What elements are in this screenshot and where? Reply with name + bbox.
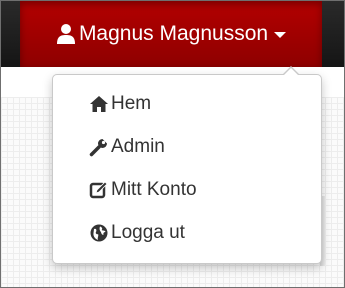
menu-item-label: Admin [111,136,165,157]
user-icon [56,23,76,45]
menu-item-admin[interactable]: Admin [89,134,165,160]
globe-icon [89,223,109,243]
screenshot-frame: Magnus Magnusson Hem Admin Mitt Konto Lo… [0,0,345,288]
menu-item-logout[interactable]: Logga ut [89,220,185,246]
home-icon [89,94,109,114]
wrench-icon [89,137,109,157]
edit-icon [89,180,109,200]
menu-item-label: Mitt Konto [111,179,197,200]
user-dropdown-menu: Hem Admin Mitt Konto Logga ut [52,66,322,264]
menu-item-home[interactable]: Hem [89,91,151,117]
user-menu-toggle[interactable]: Magnus Magnusson [20,1,322,67]
menu-item-account[interactable]: Mitt Konto [89,177,197,203]
dropdown-arrow-inner [283,68,299,76]
menu-item-label: Logga ut [111,222,185,243]
user-name: Magnus Magnusson [78,22,269,45]
menu-item-label: Hem [111,93,152,114]
caret-down-icon [274,32,287,38]
